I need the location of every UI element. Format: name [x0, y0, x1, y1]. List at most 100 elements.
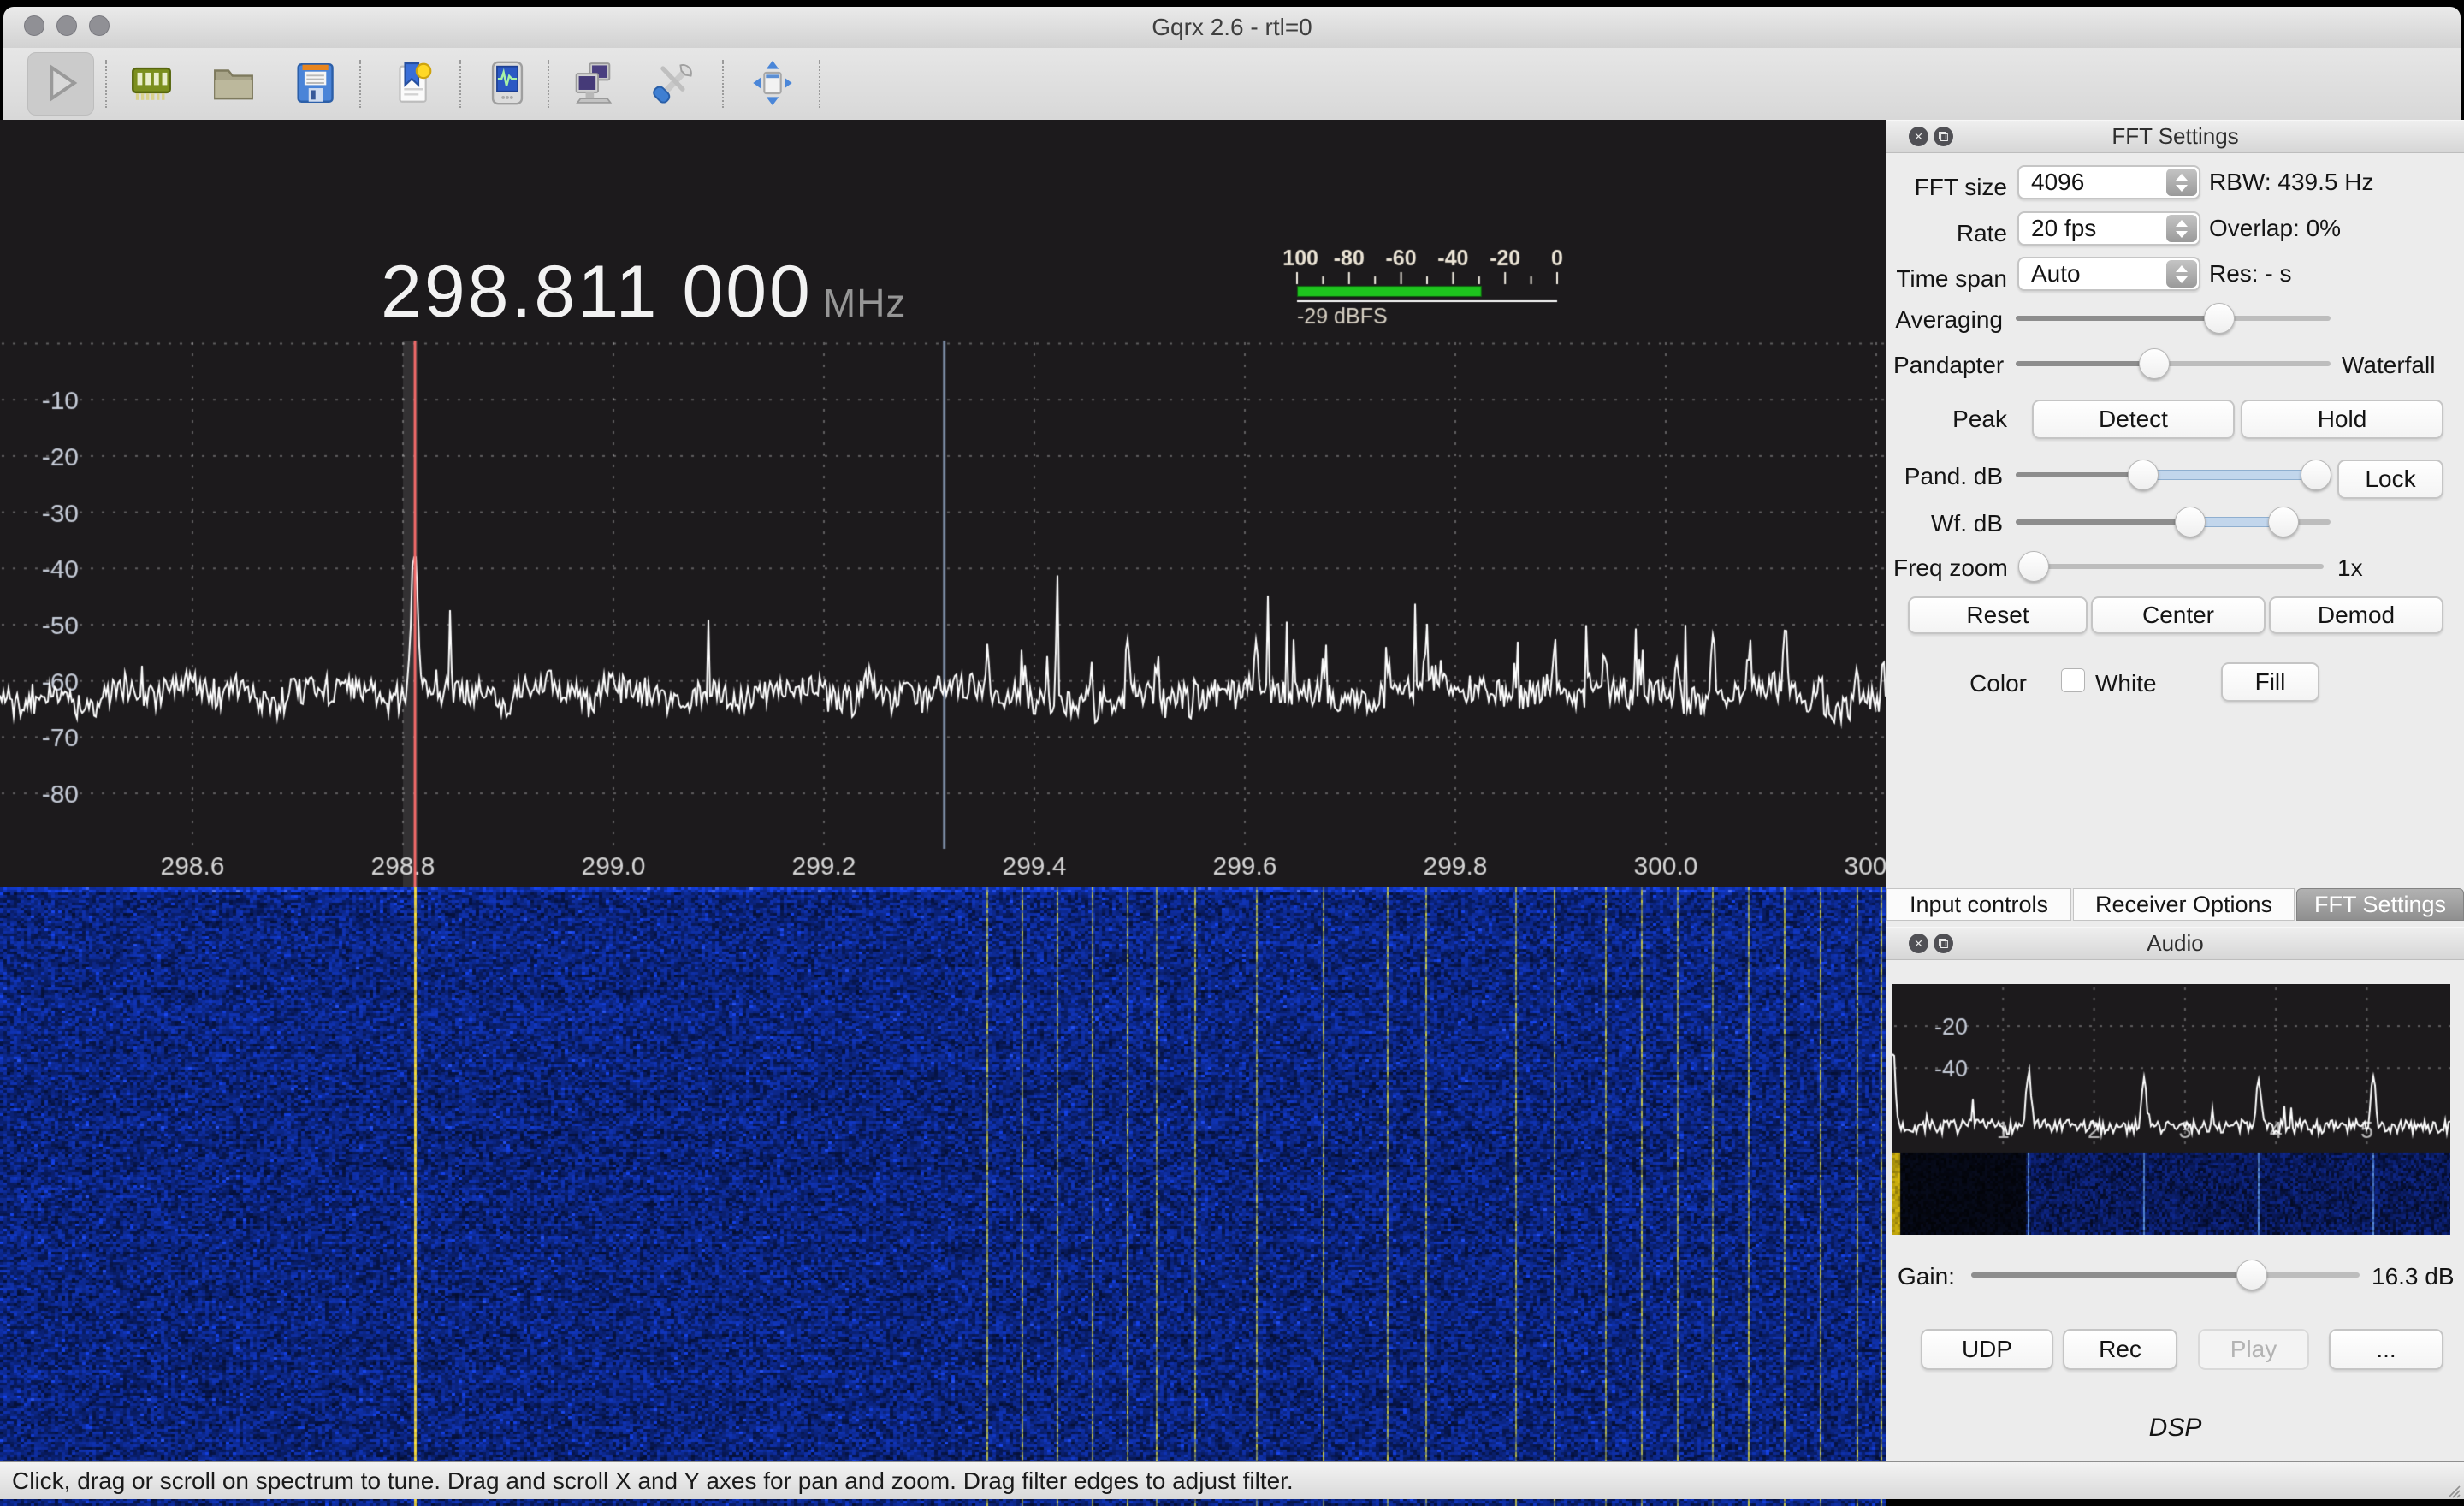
pandapter-db-range-slider[interactable]: [2016, 460, 2332, 490]
audio-spectrum[interactable]: [1892, 984, 2450, 1235]
slider-handle[interactable]: [2204, 303, 2236, 334]
more-button[interactable]: ...: [2329, 1329, 2443, 1370]
bookmarks-button[interactable]: [386, 58, 439, 111]
floppy-disk-icon: [290, 58, 340, 112]
tab-fft-settings[interactable]: FFT Settings: [2296, 888, 2464, 921]
open-file-button[interactable]: [207, 58, 260, 111]
frequency-value[interactable]: 298.811 000: [381, 251, 813, 333]
status-bar: Click, drag or scroll on spectrum to tun…: [0, 1461, 2464, 1499]
audio-dock-title: Audio: [2147, 930, 2204, 956]
slider-handle[interactable]: [2138, 348, 2170, 379]
center-button[interactable]: Center: [2091, 596, 2266, 634]
pand-db-lock-button[interactable]: Lock: [2337, 460, 2443, 499]
gqrx-window: Gqrx 2.6 - rtl=0 298.811 000 MHz × ⧉ FFT…: [0, 0, 2464, 1506]
title-bar[interactable]: Gqrx 2.6 - rtl=0: [3, 7, 2461, 49]
gain-label: Gain:: [1898, 1263, 1955, 1290]
rate-select[interactable]: 20 fps: [2017, 211, 2200, 246]
bookmark-icon: [388, 58, 437, 112]
fft-dock-title: FFT Settings: [2112, 123, 2239, 149]
fullscreen-button[interactable]: [746, 58, 799, 111]
slider-handle-low[interactable]: [2128, 460, 2159, 490]
peak-label: Peak: [1952, 406, 2007, 432]
fft-dock-header[interactable]: × ⧉ FFT Settings: [1886, 120, 2464, 153]
dock-panel: × ⧉ FFT Settings FFT size 4096 RBW: 439.…: [1886, 120, 2464, 1461]
toolbar-separator: [722, 60, 724, 108]
spectrum-area: 298.811 000 MHz: [0, 120, 1886, 1506]
slider-handle-low[interactable]: [2174, 507, 2206, 537]
peak-detect-button[interactable]: Detect: [2032, 400, 2235, 439]
rate-label: Rate: [1956, 220, 2007, 246]
freq-zoom-value: 1x: [2337, 554, 2363, 581]
remote-control-button[interactable]: [566, 58, 619, 111]
circuit-board-icon: [127, 58, 176, 112]
fft-size-label: FFT size: [1914, 174, 2007, 200]
computers-icon: [568, 58, 618, 112]
slider-handle-high[interactable]: [2267, 507, 2299, 537]
tab-receiver-options[interactable]: Receiver Options: [2073, 888, 2295, 921]
white-checkbox[interactable]: [2061, 668, 2085, 692]
pandapter-split-label: Pandapter: [1893, 352, 2005, 378]
spinner-icon[interactable]: [2166, 260, 2197, 288]
dsp-footer-label: DSP: [2148, 1414, 2202, 1442]
color-label: Color: [1969, 670, 2027, 697]
toolbar-separator: [459, 60, 461, 108]
dsp-settings-button[interactable]: [481, 58, 534, 111]
wf-db-label: Wf. dB: [1930, 510, 2003, 537]
slider-handle[interactable]: [2018, 551, 2050, 582]
wrench-screwdriver-icon: [649, 58, 698, 112]
rate-value: 20 fps: [2031, 215, 2097, 241]
udp-button[interactable]: UDP: [1921, 1329, 2053, 1370]
pandapter-spectrum[interactable]: [0, 334, 1886, 890]
peak-hold-button[interactable]: Hold: [2241, 400, 2443, 439]
demod-button[interactable]: Demod: [2269, 596, 2443, 634]
status-text: Click, drag or scroll on spectrum to tun…: [12, 1467, 1294, 1494]
configure-io-button[interactable]: [125, 58, 178, 111]
play-button[interactable]: Play: [2198, 1329, 2309, 1370]
start-dsp-button[interactable]: [33, 58, 86, 111]
toolbar-separator: [105, 60, 107, 108]
rbw-info: RBW: 439.5 Hz: [2209, 169, 2374, 195]
fft-size-value: 4096: [2031, 169, 2085, 195]
white-checkbox-label: White: [2095, 670, 2157, 697]
frequency-display[interactable]: 298.811 000 MHz: [381, 250, 906, 335]
save-file-button[interactable]: [288, 58, 341, 111]
resize-grip-icon[interactable]: [2445, 1485, 2461, 1498]
waterfall[interactable]: [0, 887, 1886, 1506]
toolbar-separator: [819, 60, 820, 108]
freq-zoom-label: Freq zoom: [1893, 554, 2008, 581]
oscilloscope-icon: [483, 58, 532, 112]
frequency-unit: MHz: [822, 281, 907, 325]
move-arrows-icon: [748, 58, 797, 112]
spinner-icon[interactable]: [2166, 169, 2197, 196]
slider-handle-high[interactable]: [2301, 460, 2332, 490]
time-span-select[interactable]: Auto: [2017, 257, 2200, 291]
window-title: Gqrx 2.6 - rtl=0: [1152, 14, 1312, 40]
fill-button[interactable]: Fill: [2221, 662, 2319, 702]
tools-button[interactable]: [647, 58, 700, 111]
main-toolbar: [3, 48, 2461, 122]
play-icon: [35, 58, 85, 112]
averaging-slider[interactable]: [2016, 303, 2331, 334]
averaging-label: Averaging: [1895, 306, 2003, 333]
waterfall-db-range-slider[interactable]: [2016, 507, 2331, 537]
slider-handle[interactable]: [2236, 1260, 2267, 1290]
time-span-value: Auto: [2031, 260, 2081, 287]
waterfall-label: Waterfall: [2342, 352, 2436, 378]
rec-button[interactable]: Rec: [2063, 1329, 2177, 1370]
spinner-icon[interactable]: [2166, 215, 2197, 242]
audio-dock-header[interactable]: × ⧉ Audio: [1886, 927, 2464, 960]
folder-icon: [209, 58, 258, 112]
freq-zoom-slider[interactable]: [2018, 551, 2324, 582]
pandapter-waterfall-split-slider[interactable]: [2016, 348, 2331, 379]
fft-size-select[interactable]: 4096: [2017, 165, 2200, 199]
tab-input-controls[interactable]: Input controls: [1886, 888, 2071, 921]
reset-button[interactable]: Reset: [1908, 596, 2088, 634]
overlap-info: Overlap: 0%: [2209, 215, 2342, 241]
toolbar-separator: [548, 60, 549, 108]
audio-gain-slider[interactable]: [1971, 1260, 2360, 1290]
signal-strength-meter: [1283, 248, 1566, 329]
res-info: Res: - s: [2209, 260, 2292, 287]
toolbar-separator: [359, 60, 361, 108]
time-span-label: Time span: [1896, 265, 2007, 292]
pand-db-label: Pand. dB: [1904, 463, 2003, 489]
